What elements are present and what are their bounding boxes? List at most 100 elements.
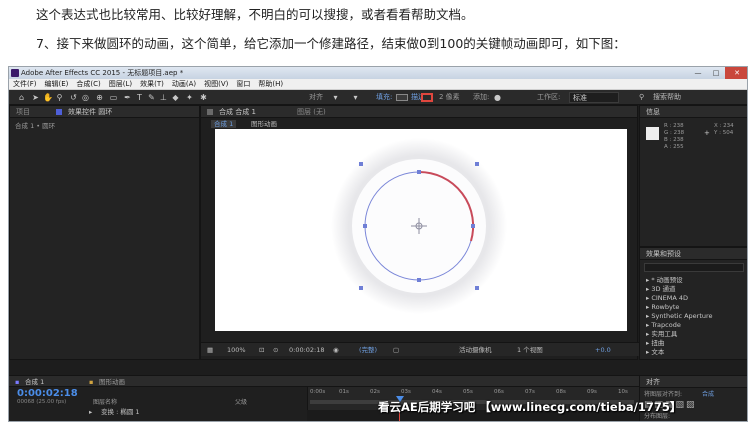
fx-panel-title[interactable]: 效果和预设	[646, 250, 681, 258]
camera-select[interactable]: 活动摄像机	[459, 346, 492, 354]
tab-project[interactable]: 项目	[16, 108, 30, 116]
fx-search-input[interactable]	[644, 263, 744, 272]
fx-item-text[interactable]: 文本	[651, 348, 664, 356]
layer-name-header: 图层名称	[93, 399, 118, 406]
current-time[interactable]: 0:00:02:18	[289, 346, 325, 354]
fill-label: 填充:	[376, 93, 393, 101]
info-a: A : 255	[664, 144, 684, 150]
handle-right[interactable]	[471, 224, 475, 228]
effect-controls-tabs: 项目 效果控件 圆环	[10, 106, 199, 118]
menu-view[interactable]: 视图(V)	[200, 79, 232, 90]
stroke-width[interactable]: 2 像素	[439, 93, 460, 102]
pen-tool-icon[interactable]: ✒	[123, 93, 132, 102]
effects-color-icon	[56, 109, 62, 115]
breadcrumb-anim[interactable]: 图形动画	[251, 120, 277, 128]
info-panel: 信息 R : 238 G : 238 B : 238 A : 255 + X :…	[639, 105, 747, 247]
close-button[interactable]: ✕	[725, 67, 747, 79]
puppet-tool-icon[interactable]: ✱	[199, 93, 208, 102]
tab-layer[interactable]: 图层 (无)	[297, 108, 326, 116]
tools-bar: ⌂ ➤ ✋ ⚲ ↺ ◎ ⊕ ▭ ✒ T ✎ ⊥ ◆ ✦ ✱ 对齐 ▾ ▾ 填充:…	[9, 90, 747, 105]
fx-item-presets[interactable]: * 动画预设	[651, 276, 682, 284]
info-panel-header: 信息	[640, 106, 747, 118]
bbox-handle-bl[interactable]	[359, 286, 363, 290]
handle-left[interactable]	[363, 224, 367, 228]
breadcrumb-comp[interactable]: 合成 1	[211, 120, 237, 128]
fx-item-3d[interactable]: 3D 通道	[651, 285, 675, 293]
tab-timeline-anim[interactable]: 图形动画	[99, 378, 125, 386]
hand-tool-icon[interactable]: ✋	[43, 93, 53, 102]
workspace-select[interactable]: 标准	[569, 92, 619, 103]
align-to-select[interactable]: 合成	[702, 391, 714, 399]
home-icon[interactable]: ⌂	[17, 93, 26, 102]
layer-row[interactable]: ▸ 变换 : 椭圆 1	[9, 407, 299, 417]
clone-tool-icon[interactable]: ⊥	[159, 93, 168, 102]
zoom-tool-icon[interactable]: ⚲	[55, 93, 64, 102]
camera-snapshot-icon[interactable]: ◉	[333, 346, 339, 354]
bbox-handle-tl[interactable]	[359, 162, 363, 166]
fx-item-utility[interactable]: 实用工具	[651, 330, 677, 338]
zoom-level[interactable]: 100%	[227, 346, 246, 354]
tab-composition[interactable]: 合成 合成 1	[219, 108, 256, 116]
roto-tool-icon[interactable]: ✦	[185, 93, 194, 102]
rotate-tool-icon[interactable]: ↺	[69, 93, 78, 102]
handle-top[interactable]	[417, 170, 421, 174]
selection-tool-icon[interactable]: ➤	[31, 93, 40, 102]
align-panel-title[interactable]: 对齐	[646, 378, 660, 386]
search-help-input[interactable]: ⚲ 搜索帮助	[639, 92, 747, 103]
minimize-button[interactable]: —	[689, 67, 707, 79]
camera-tool-icon[interactable]: ◎	[81, 93, 90, 102]
comp-canvas[interactable]	[215, 129, 627, 331]
menu-effect[interactable]: 效果(T)	[136, 79, 168, 90]
fx-item-c4d[interactable]: CINEMA 4D	[651, 294, 688, 302]
align-label: 对齐	[309, 93, 323, 101]
fx-item-trapcode[interactable]: Trapcode	[651, 321, 680, 329]
eraser-tool-icon[interactable]: ◆	[171, 93, 180, 102]
fit-icon[interactable]: ⊡	[259, 346, 264, 354]
ruler-tick: 08s	[556, 389, 566, 395]
resolution-select[interactable]: (完整)	[359, 346, 377, 354]
menu-layer[interactable]: 图层(L)	[105, 79, 136, 90]
viewer-grid-icon[interactable]: ▦	[207, 346, 213, 354]
fx-item-distort[interactable]: 扭曲	[651, 339, 664, 347]
effects-presets-panel: 效果和预设 ▸ * 动画预设 ▸ 3D 通道 ▸ CINEMA 4D ▸ Row…	[639, 247, 747, 360]
menu-composition[interactable]: 合成(C)	[72, 79, 104, 90]
timeline-timecode[interactable]: 0:00:02:18	[17, 388, 78, 399]
bbox-handle-br[interactable]	[475, 286, 479, 290]
snap-option-icon[interactable]: ▾	[351, 93, 360, 102]
rectangle-tool-icon[interactable]: ▭	[109, 93, 118, 102]
fill-swatch[interactable]	[396, 94, 408, 101]
tab-effect-controls[interactable]: 效果控件 圆环	[68, 108, 112, 116]
add-dropdown-icon[interactable]: ●	[493, 93, 502, 102]
menu-window[interactable]: 窗口	[232, 79, 254, 90]
exposure-offset[interactable]: +0.0	[595, 346, 611, 354]
ruler-tick: 05s	[463, 389, 473, 395]
align-to-label: 将图层对齐到:	[644, 391, 683, 398]
menu-file[interactable]: 文件(F)	[9, 79, 41, 90]
bbox-handle-tr[interactable]	[475, 162, 479, 166]
effect-controls-panel: 项目 效果控件 圆环 合成 1 • 圆环	[9, 105, 200, 360]
align-option-icon[interactable]: ▾	[331, 93, 340, 102]
menu-edit[interactable]: 编辑(E)	[41, 79, 73, 90]
row-expander-icon[interactable]: ▸	[89, 407, 92, 417]
viewer-tabs: 合成 合成 1 图层 (无)	[201, 106, 637, 118]
fx-item-synthetic[interactable]: Synthetic Aperture	[651, 312, 712, 320]
maximize-button[interactable]: □	[707, 67, 725, 79]
menu-animation[interactable]: 动画(A)	[168, 79, 200, 90]
stroke-swatch[interactable]	[421, 93, 433, 102]
window-controls: — □ ✕	[689, 67, 747, 79]
text-tool-icon[interactable]: T	[135, 93, 144, 102]
menu-help[interactable]: 帮助(H)	[254, 79, 287, 90]
add-label[interactable]: 添加:	[473, 93, 489, 102]
brush-tool-icon[interactable]: ✎	[147, 93, 156, 102]
workspace-label: 工作区:	[537, 93, 561, 101]
tab-timeline-comp[interactable]: 合成 1	[25, 378, 44, 386]
mask-icon[interactable]: ⊙	[273, 346, 278, 354]
ruler-tick: 07s	[525, 389, 535, 395]
info-y: Y : 504	[714, 130, 734, 136]
region-icon[interactable]: ▢	[393, 346, 399, 354]
info-panel-title[interactable]: 信息	[646, 108, 660, 116]
handle-bottom[interactable]	[417, 278, 421, 282]
views-select[interactable]: 1 个视图	[517, 346, 543, 354]
pan-behind-tool-icon[interactable]: ⊕	[95, 93, 104, 102]
fx-item-rowbyte[interactable]: Rowbyte	[651, 303, 679, 311]
